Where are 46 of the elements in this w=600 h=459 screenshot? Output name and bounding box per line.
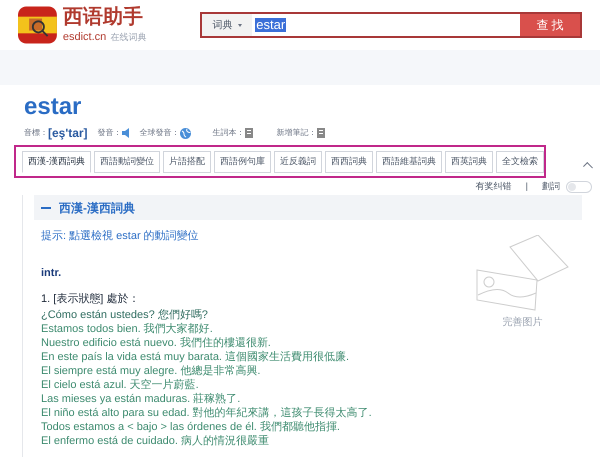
dictionary-tab[interactable]: 近反義詞 <box>274 151 322 173</box>
search-field[interactable]: estar <box>252 14 520 36</box>
dictionary-tab[interactable]: 西西詞典 <box>325 151 373 173</box>
example-sentence: Todos estamos a < bajo > las órdenes de él. 我們都聽他指揮. <box>41 420 340 434</box>
section-header[interactable]: 西漢-漢西詞典 <box>34 195 582 220</box>
example-sentence: El enfermo está de cuidado. 病人的情況很嚴重 <box>41 434 270 448</box>
split-toggle[interactable] <box>566 180 592 192</box>
dictionary-tab[interactable]: 西語例句庫 <box>214 151 271 173</box>
phonetic: [eş'tar] <box>48 125 88 142</box>
globe-icon[interactable] <box>180 128 191 138</box>
dictionary-tab[interactable]: 全文檢索 <box>496 151 544 173</box>
notebook-icon[interactable] <box>316 128 325 138</box>
search-button[interactable]: 查 找 <box>520 14 580 36</box>
category-dropdown[interactable]: 词典 <box>202 14 252 36</box>
sense-heading: 1. [表示狀態] 處於： <box>41 292 140 307</box>
wordbook-label: 生詞本： <box>212 127 245 139</box>
note-label: 新增筆記： <box>276 127 317 139</box>
headword: estar <box>24 93 82 121</box>
example-sentence: ¿Cómo están ustedes? 您們好嗎? <box>41 308 208 322</box>
site-title: 西语助手 <box>62 4 144 29</box>
audio-label: 發音： <box>98 127 122 139</box>
site-domain: esdict.cn <box>62 30 106 45</box>
site-tagline: 在线词典 <box>110 30 146 44</box>
global-audio-label: 全球發音： <box>140 127 180 139</box>
conjugation-hint[interactable]: 提示: 點選檢視 estar 的動詞變位 <box>41 228 582 244</box>
example-sentence: Nuestro edificio está nuevo. 我們住的樓還很新. <box>41 336 271 350</box>
dictionary-tab[interactable]: 西漢-漢西詞典 <box>22 151 91 173</box>
example-sentence: Las mieses ya están maduras. 莊稼熟了. <box>41 392 240 406</box>
part-of-speech: intr. <box>41 266 62 280</box>
phonetic-label: 音標： <box>24 127 48 139</box>
example-sentence: El cielo está azul. 天空一片蔚藍. <box>41 378 199 392</box>
example-sentence: En este país la vida está muy barata. 這個國家生活費用很低廉. <box>41 350 350 364</box>
speaker-icon[interactable] <box>122 128 130 138</box>
dictionary-tab[interactable]: 西語動詞變位 <box>94 151 160 173</box>
dictionary-tab[interactable]: 片語搭配 <box>163 151 211 173</box>
dictionary-tab[interactable]: 西英詞典 <box>445 151 493 173</box>
example-sentence: Estamos todos bien. 我們大家都好. <box>41 322 213 336</box>
split-label: 劃詞 <box>542 180 560 193</box>
example-sentence: El siempre está muy alegre. 他總是非常高興. <box>41 364 260 378</box>
caret-icon <box>238 24 242 26</box>
spain-flag-logo-icon <box>18 5 57 45</box>
report-error-link[interactable]: 有奖纠错 <box>476 180 512 194</box>
separator: | <box>526 180 528 193</box>
dictionary-tab[interactable]: 西語維基詞典 <box>376 151 442 173</box>
notebook-icon[interactable] <box>244 128 253 138</box>
example-sentence: El niño está alto para su edad. 對他的年紀來講，這孩子長得太高了. <box>41 406 372 420</box>
